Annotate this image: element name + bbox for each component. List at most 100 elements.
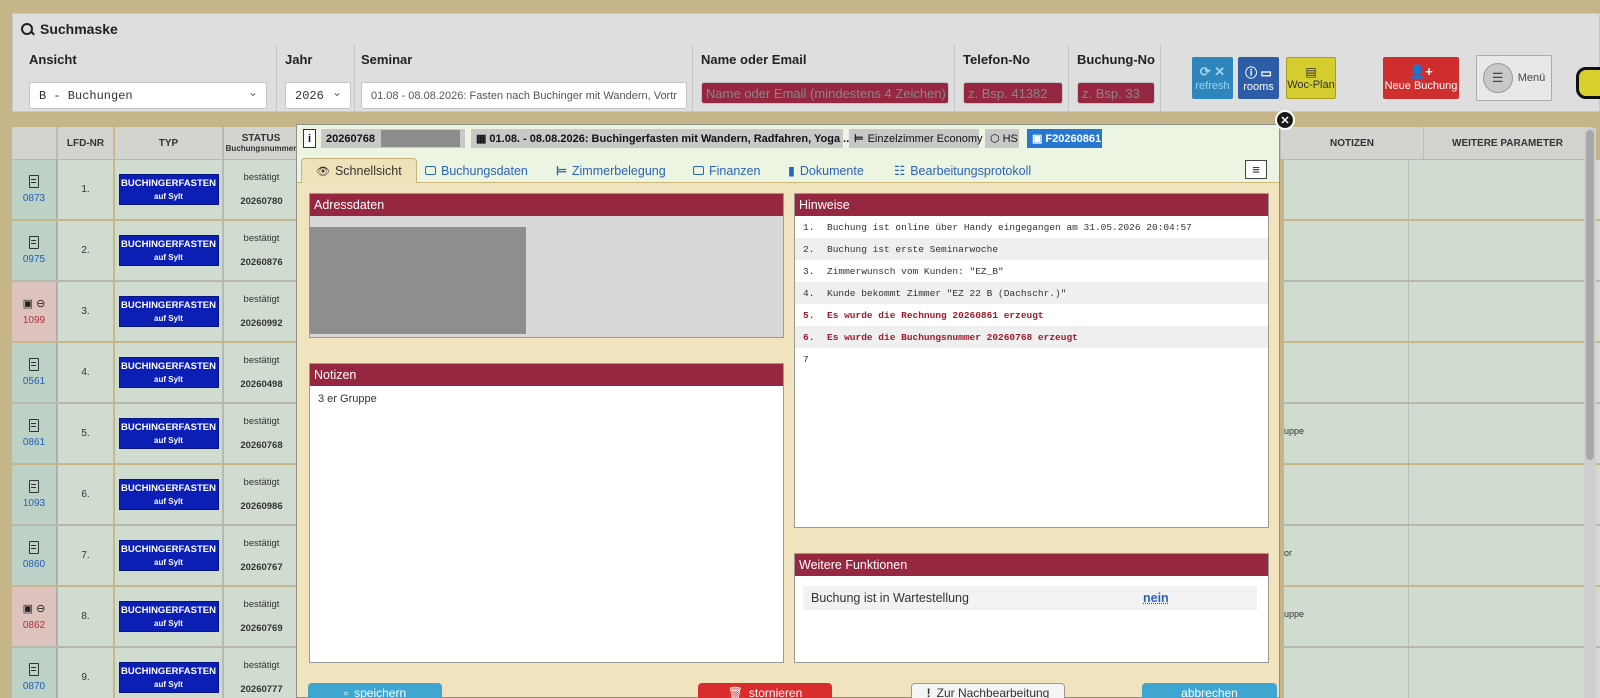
wartestellung-row: Buchung ist in Wartestellung nein (803, 586, 1257, 610)
row-status: bestätigt (243, 354, 280, 366)
row-code[interactable]: 0862 (23, 620, 45, 631)
row-status-cell: bestätigt 20260876 (224, 221, 299, 280)
row-icon-cell[interactable]: 0561 (12, 343, 57, 402)
row-code[interactable]: 0873 (23, 193, 45, 204)
document-icon (29, 358, 39, 371)
type-badge: BUCHINGERFASTEN auf Sylt (118, 418, 219, 449)
speichern-button[interactable]: ▫ speichern (308, 683, 442, 698)
abbrechen-button[interactable]: abbrechen (1142, 683, 1277, 698)
add-user-icon: 👤+ (1409, 64, 1433, 79)
menu-button[interactable]: ☰ Menü (1476, 55, 1552, 101)
type-badge-sub: auf Sylt (154, 618, 183, 628)
scrollbar-thumb[interactable] (1586, 130, 1594, 460)
type-badge-text: BUCHINGERFASTEN (120, 604, 216, 616)
hinweis-item: 6. Es wurde die Buchungsnummer 20260768 e… (795, 326, 1268, 348)
hinweise-panel: Hinweise 1. Buchung ist online über Handy… (794, 193, 1269, 528)
notizen-text[interactable]: 3 er Gruppe (310, 386, 783, 412)
divider (1408, 465, 1409, 524)
row-icon-cell[interactable]: ▣ ⊖ 1099 (12, 282, 57, 341)
ansicht-select[interactable]: B - Buchungen (29, 82, 267, 109)
type-badge-text: BUCHINGERFASTEN (120, 238, 216, 250)
row-status: bestätigt (243, 415, 280, 427)
name-email-input[interactable]: Name oder Email (mindestens 4 Zeichen) (701, 82, 949, 104)
row-icon-cell[interactable]: 0861 (12, 404, 57, 463)
row-icon-cell[interactable]: ▣ ⊖ 0862 (12, 587, 57, 646)
tab-zimmerbelegung[interactable]: ⊨ Zimmerbelegung (556, 158, 666, 183)
season-badge: ⬡ HS (985, 129, 1019, 148)
document-icon (29, 419, 39, 432)
row-code[interactable]: 1099 (23, 315, 45, 326)
telefon-input[interactable]: z. Bsp. 41382 (963, 82, 1063, 104)
exclamation-icon: ! (926, 686, 931, 698)
woc-plan-button[interactable]: ▤ Woc-Plan (1286, 57, 1336, 99)
row-notes-cell (1284, 648, 1600, 698)
row-booking-number: 20260769 (240, 622, 283, 634)
extra-toggle-button[interactable] (1576, 67, 1600, 99)
tab-finanzen[interactable]: Finanzen (693, 158, 760, 183)
row-status-cell: bestätigt 20260768 (224, 404, 299, 463)
row-icon-cell[interactable]: 0873 (12, 160, 57, 219)
seminar-select[interactable]: 01.08 - 08.08.2026: Fasten nach Buchinge… (361, 82, 687, 109)
row-number-cell: 3. (58, 282, 114, 341)
type-badge: BUCHINGERFASTEN auf Sylt (118, 662, 219, 693)
rooms-button[interactable]: ⓘ ▭ rooms (1238, 57, 1279, 99)
calendar-icon: ▦ (476, 133, 487, 145)
type-badge-sub: auf Sylt (154, 374, 183, 384)
type-badge-text: BUCHINGERFASTEN (120, 360, 216, 372)
hinweis-text: Es wurde die Buchungsnummer 20260768 erz… (827, 331, 1078, 343)
booking-number: 20260768 (321, 129, 465, 148)
name-group: Name oder Email Name oder Email (mindest… (693, 44, 955, 113)
row-code[interactable]: 0870 (23, 681, 45, 692)
trash-icon: 🗑 (727, 686, 743, 698)
row-icon-cell[interactable]: 0870 (12, 648, 57, 698)
refresh-button[interactable]: ⟳ ✕ refresh (1192, 57, 1233, 99)
col-header-status-text: STATUS (241, 133, 281, 144)
close-icon[interactable]: ✕ (1275, 110, 1295, 130)
row-type-cell: BUCHINGERFASTEN auf Sylt (115, 587, 223, 646)
season-badge-text: HS (1002, 132, 1018, 145)
row-status-cell: bestätigt 20260986 (224, 465, 299, 524)
col-header-status-sub: Buchungsnummer (225, 144, 297, 153)
jahr-select[interactable]: 2026 (285, 82, 351, 109)
eye-icon: 👁 (316, 165, 330, 178)
tab-dokumente[interactable]: ▮ Dokumente (788, 158, 864, 183)
info-icon[interactable]: i (303, 129, 316, 148)
row-code[interactable]: 0860 (23, 559, 45, 570)
row-booking-number: 20260768 (240, 439, 283, 451)
name-email-placeholder: Name oder Email (mindestens 4 Zeichen) (706, 85, 946, 101)
stornieren-button[interactable]: 🗑 stornieren (698, 683, 832, 698)
hinweis-item: 2. Buchung ist erste Seminarwoche (795, 238, 1268, 260)
tab-dokumente-label: Dokumente (799, 163, 864, 178)
type-badge-sub: auf Sylt (154, 679, 183, 689)
search-panel-header: Suchmaske (13, 14, 1599, 44)
scrollbar[interactable] (1584, 128, 1596, 698)
row-code[interactable]: 0861 (23, 437, 45, 448)
invoice-badge[interactable]: ▣ F20260861 (1027, 129, 1102, 148)
row-icon-cell[interactable]: 1093 (12, 465, 57, 524)
buchung-input[interactable]: z. Bsp. 33 (1077, 82, 1155, 104)
tab-buchungsdaten[interactable]: Buchungsdaten (425, 158, 528, 183)
hinweis-item: 5. Es wurde die Rechnung 20260861 erzeugt (795, 304, 1268, 326)
hamburger-icon: ☰ (1482, 63, 1513, 93)
row-number: 8. (81, 611, 90, 622)
bed-icon: ⊨ (556, 164, 567, 178)
row-code[interactable]: 0975 (23, 254, 45, 265)
row-icon-cell[interactable]: 0860 (12, 526, 57, 585)
tab-bearbeitungsprotokoll[interactable]: ☷ Bearbeitungsprotokoll (894, 158, 1031, 183)
type-badge: BUCHINGERFASTEN auf Sylt (118, 540, 219, 571)
hamburger-icon[interactable]: ≡ (1245, 160, 1267, 179)
nachbearbeitung-button[interactable]: ! Zur Nachbearbeitung (911, 683, 1065, 698)
row-booking-number: 20260767 (240, 561, 283, 573)
row-icon-cell[interactable]: 0975 (12, 221, 57, 280)
divider (1408, 587, 1409, 646)
document-icon: ▤ (1305, 65, 1317, 79)
rooms-label: rooms (1243, 80, 1274, 93)
row-code[interactable]: 0561 (23, 376, 45, 387)
redacted-name (380, 130, 460, 147)
row-code[interactable]: 1093 (23, 498, 45, 509)
tab-schnellsicht[interactable]: 👁 Schnellsicht (301, 158, 417, 183)
wartestellung-value[interactable]: nein (1143, 591, 1169, 605)
jahr-label: Jahr (285, 52, 313, 67)
neue-buchung-button[interactable]: 👤+ Neue Buchung (1383, 57, 1459, 99)
row-notes-cell: uppe (1284, 587, 1600, 646)
